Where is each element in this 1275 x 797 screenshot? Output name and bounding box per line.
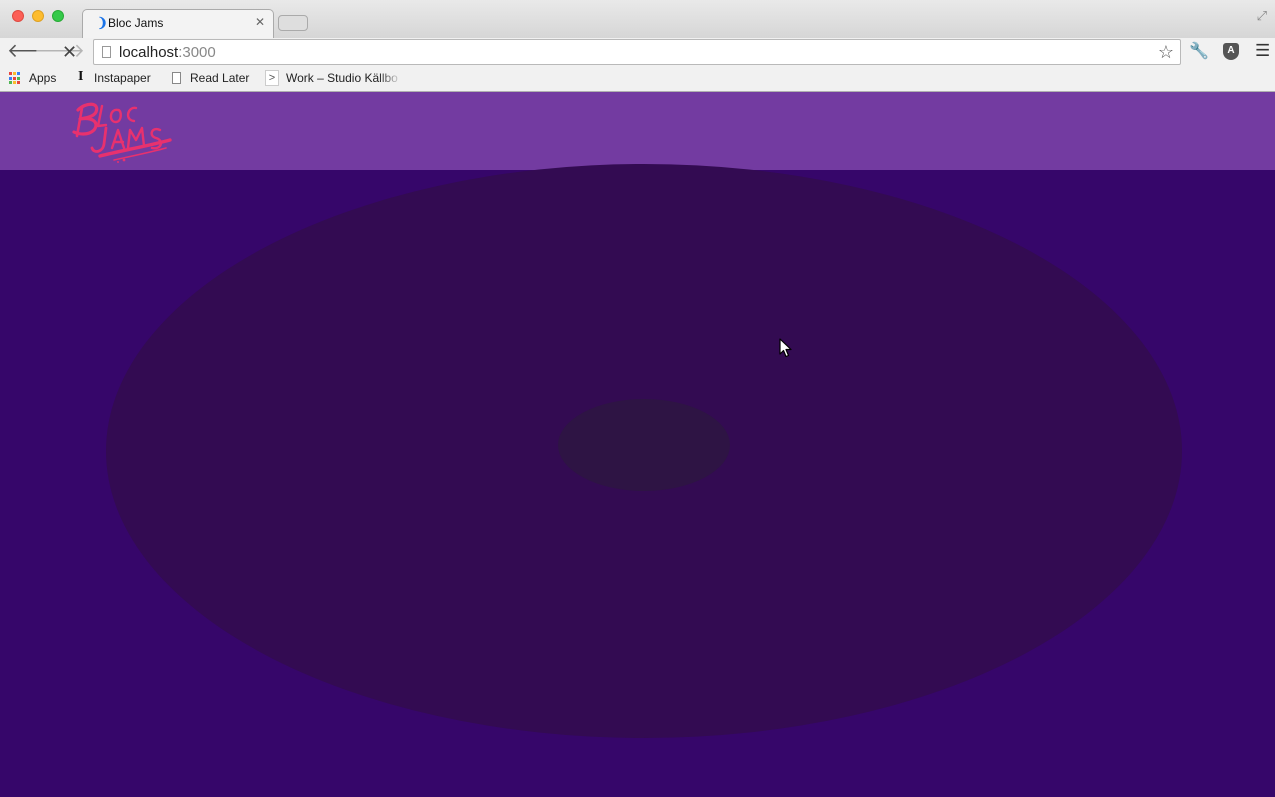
tab-close-icon[interactable]: ✕ <box>255 15 265 29</box>
bloc-jams-logo[interactable] <box>66 96 176 164</box>
browser-titlebar: ❩ Bloc Jams ✕ ⤢ <box>0 0 1275 38</box>
bookmark-apps[interactable]: Apps <box>29 71 56 85</box>
browser-toolbar: 🡐 🡒 ✕ localhost:3000 ☆ 🔧 A ☰ <box>0 38 1275 66</box>
fullscreen-icon[interactable]: ⤢ <box>1257 8 1267 24</box>
instapaper-icon: I <box>78 69 84 84</box>
angular-extension-icon[interactable]: A <box>1223 43 1239 60</box>
bookmark-work-studio[interactable]: Work – Studio Källbo <box>286 71 402 85</box>
window-minimize-button[interactable] <box>32 10 44 22</box>
url-host: localhost <box>119 44 179 61</box>
document-icon <box>172 72 181 84</box>
wrench-icon[interactable]: 🔧 <box>1189 41 1209 61</box>
menu-icon[interactable]: ☰ <box>1255 41 1270 61</box>
window-maximize-button[interactable] <box>52 10 64 22</box>
url-text[interactable]: localhost:3000 <box>119 44 216 61</box>
stop-loading-icon[interactable]: ✕ <box>62 40 77 64</box>
tab-title: Bloc Jams <box>108 16 164 30</box>
bloc-favicon-icon: ❩ <box>97 15 108 30</box>
bookmark-star-icon[interactable]: ☆ <box>1158 42 1174 63</box>
site-navbar <box>0 92 1275 170</box>
album-disc-center <box>558 399 730 491</box>
mouse-cursor-icon <box>779 338 792 363</box>
url-port: :3000 <box>178 44 216 61</box>
forward-arrow-icon[interactable]: 🡒 <box>34 40 85 64</box>
address-bar[interactable]: localhost:3000 ☆ <box>93 39 1181 65</box>
apps-icon[interactable] <box>9 72 22 85</box>
bookmark-read-later[interactable]: Read Later <box>190 71 249 85</box>
bookmarks-bar: Apps I Instapaper Read Later > Work – St… <box>0 66 1275 92</box>
bookmark-instapaper[interactable]: Instapaper <box>94 71 151 85</box>
page-content <box>0 92 1275 797</box>
window-close-button[interactable] <box>12 10 24 22</box>
page-icon <box>102 46 111 58</box>
chevron-icon: > <box>265 70 279 86</box>
browser-tab[interactable]: ❩ Bloc Jams ✕ <box>82 9 274 38</box>
new-tab-button[interactable] <box>278 15 308 31</box>
